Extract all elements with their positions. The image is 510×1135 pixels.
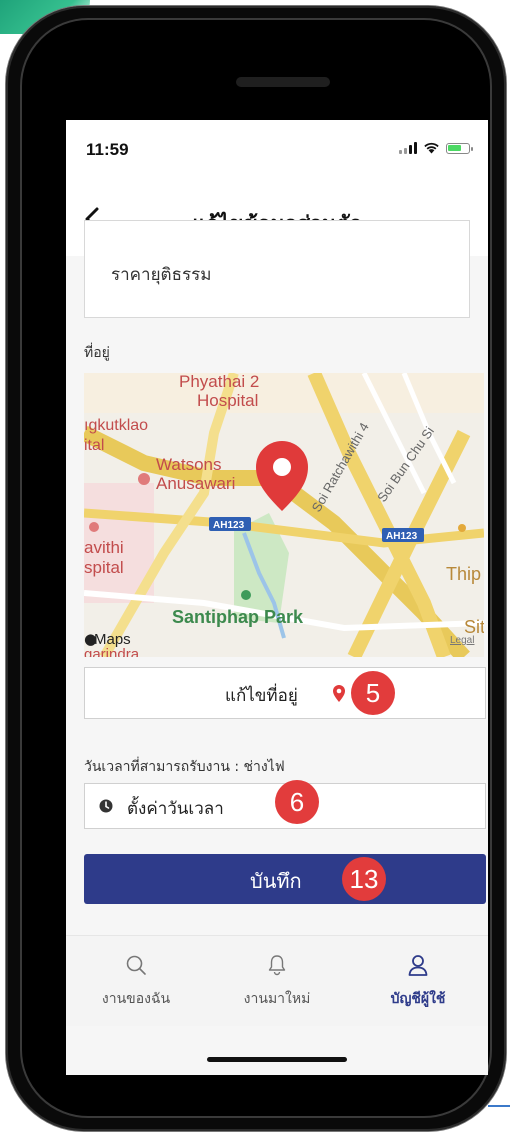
status-bar: 11:59	[66, 120, 488, 180]
map-label-sit: Sit	[464, 617, 484, 637]
map-label-hospital: Hospital	[197, 391, 258, 410]
map-label-ah123-b: AH123	[386, 531, 418, 542]
edit-address-button[interactable]: แก้ไขที่อยู่ 5	[84, 667, 486, 719]
hospital-icon	[89, 522, 99, 532]
map-legal-link[interactable]: Legal	[450, 635, 474, 646]
user-icon	[408, 955, 428, 976]
address-label: ที่อยู่	[84, 345, 110, 361]
address-map[interactable]: Phyathai 2 Hospital ıgkutklao ital Watso…	[84, 373, 484, 657]
status-time: 11:59	[86, 140, 129, 159]
wifi-icon	[424, 142, 439, 154]
map-canvas: Phyathai 2 Hospital ıgkutklao ital Watso…	[84, 373, 484, 657]
map-label-garindra: garindra	[84, 646, 140, 657]
map-label-thip: Thip	[446, 564, 481, 584]
map-label-ngkutklao: ıgkutklao	[84, 417, 148, 434]
app-screen: 11:59 ราคายุติธรรม ที่อยู่ Phyathai 2 Ho…	[66, 120, 488, 1075]
tab-account[interactable]: บัญชีผู้ใช้	[348, 936, 488, 1026]
status-icons	[399, 142, 473, 154]
map-label-santiphap: Santiphap Park	[172, 607, 304, 627]
tab-new-jobs-label: งานมาใหม่	[243, 991, 311, 1007]
pharmacy-icon	[138, 473, 150, 485]
map-label-avithi: avithi	[84, 538, 124, 557]
step-badge-5: 5	[351, 671, 395, 715]
description-field[interactable]: ราคายุติธรรม	[84, 220, 470, 318]
step-badge-13: 13	[342, 857, 386, 901]
save-button-label: บันทึก	[250, 869, 302, 893]
bottom-tab-bar: งานของฉัน งานมาใหม่ บัญชีผู้ใช้	[66, 935, 488, 1026]
home-indicator[interactable]	[207, 1057, 347, 1062]
map-label-phyathai: Phyathai 2	[179, 373, 259, 391]
save-button[interactable]: บันทึก 13	[84, 854, 486, 904]
availability-placeholder: ตั้งค่าวันเวลา	[127, 799, 224, 819]
search-icon	[126, 955, 146, 975]
shop-icon	[458, 524, 466, 532]
phone-frame: 11:59 ราคายุติธรรม ที่อยู่ Phyathai 2 Ho…	[6, 6, 506, 1131]
step-badge-6: 6	[275, 780, 319, 824]
map-label-anusawari: Anusawari	[156, 474, 235, 493]
phone-bezel: 11:59 ราคายุติธรรม ที่อยู่ Phyathai 2 Ho…	[20, 18, 492, 1118]
tab-account-label: บัญชีผู้ใช้	[390, 991, 446, 1007]
phone-speaker	[236, 77, 330, 87]
description-value: ราคายุติธรรม	[111, 265, 212, 285]
tab-my-jobs[interactable]: งานของฉัน	[66, 936, 206, 1026]
map-pin-icon	[333, 685, 345, 702]
clock-icon	[99, 799, 113, 813]
signal-icon	[399, 142, 417, 154]
battery-icon	[446, 142, 473, 154]
battery-fill	[448, 144, 461, 151]
tab-my-jobs-label: งานของฉัน	[101, 991, 171, 1007]
availability-label: วันเวลาที่สามารถรับงาน : ช่างไฟ	[84, 759, 285, 775]
map-label-watsons: Watsons	[156, 455, 222, 474]
bell-icon	[268, 955, 286, 976]
edit-address-label: แก้ไขที่อยู่	[225, 686, 298, 706]
tab-new-jobs[interactable]: งานมาใหม่	[207, 936, 347, 1026]
map-label-ital: ital	[84, 437, 104, 454]
map-label-ah123-a: AH123	[213, 520, 245, 531]
map-label-spital: spital	[84, 558, 124, 577]
edge-decoration	[488, 1105, 510, 1107]
availability-time-field[interactable]: ตั้งค่าวันเวลา 6	[84, 780, 486, 829]
park-icon	[241, 590, 251, 600]
